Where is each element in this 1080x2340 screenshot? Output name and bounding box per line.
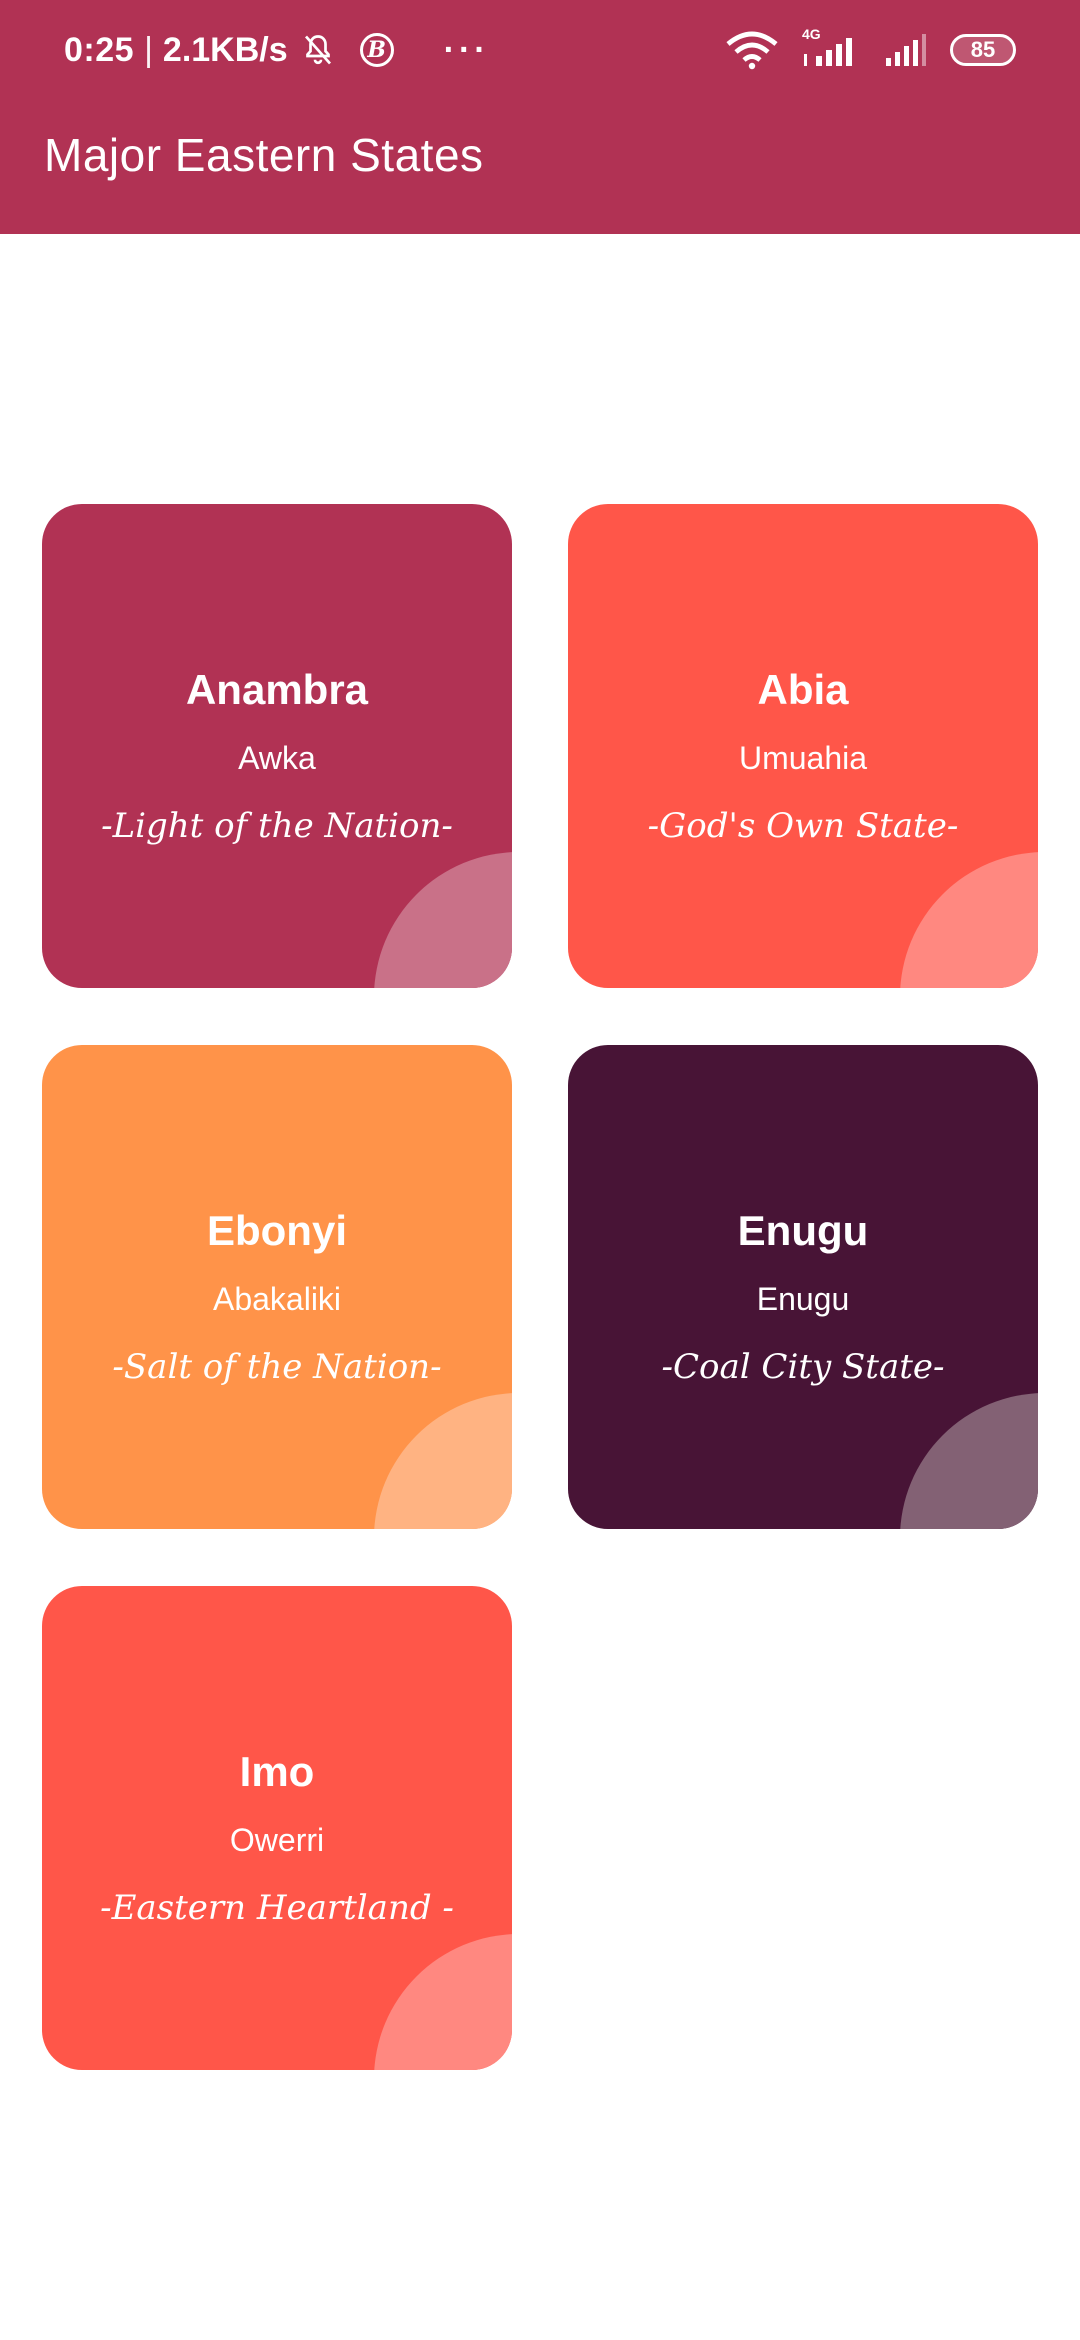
status-bar: 0:25 | 2.1KB/s B ··· 4G 85 [0, 0, 1080, 100]
app-bar: 0:25 | 2.1KB/s B ··· 4G 85 Major Eastern… [0, 0, 1080, 234]
state-slogan: -Eastern Heartland - [100, 1888, 454, 1928]
mute-bell-icon [304, 35, 331, 65]
page-title: Major Eastern States [44, 129, 484, 181]
state-card-imo[interactable]: Imo Owerri -Eastern Heartland - [42, 1586, 512, 2070]
state-name: Ebonyi [206, 1207, 347, 1254]
state-capital: Abakaliki [212, 1281, 342, 1317]
card-corner-decoration [374, 1393, 512, 1529]
more-notifications-icon: ··· [443, 30, 490, 69]
status-bar-left: 0:25 | 2.1KB/s B ··· [64, 28, 490, 72]
state-name: Imo [239, 1748, 315, 1795]
battery-indicator: 85 [950, 34, 1016, 66]
b-app-icon: B [359, 33, 394, 67]
state-slogan: -Light of the Nation- [101, 806, 453, 846]
state-capital: Owerri [229, 1822, 325, 1858]
state-card-ebonyi[interactable]: Ebonyi Abakaliki -Salt of the Nation- [42, 1045, 512, 1529]
state-name: Anambra [185, 666, 369, 713]
state-name: Enugu [737, 1207, 869, 1254]
status-separator: | [144, 30, 153, 69]
state-capital: Enugu [756, 1281, 850, 1317]
signal-bars-icon-2 [886, 34, 926, 66]
state-slogan: -Salt of the Nation- [112, 1347, 442, 1387]
signal-bars-icon [804, 38, 852, 66]
state-card-enugu[interactable]: Enugu Enugu -Coal City State- [568, 1045, 1038, 1529]
card-corner-decoration [900, 852, 1038, 988]
card-corner-decoration [374, 852, 512, 988]
state-card-anambra[interactable]: Anambra Awka -Light of the Nation- [42, 504, 512, 988]
status-bar-right: 4G 85 [726, 26, 1016, 72]
wifi-icon [726, 31, 778, 70]
state-capital: Awka [238, 740, 316, 776]
state-slogan: -God's Own State- [647, 806, 959, 846]
status-net-speed: 2.1KB/s [162, 30, 288, 69]
state-slogan: -Coal City State- [661, 1347, 945, 1387]
state-name: Abia [757, 666, 849, 713]
state-capital: Umuahia [738, 740, 868, 776]
card-corner-decoration [374, 1934, 512, 2070]
card-corner-decoration [900, 1393, 1038, 1529]
state-card-abia[interactable]: Abia Umuahia -God's Own State- [568, 504, 1038, 988]
cell-signal-4g: 4G [800, 26, 862, 70]
status-time: 0:25 [64, 30, 135, 69]
